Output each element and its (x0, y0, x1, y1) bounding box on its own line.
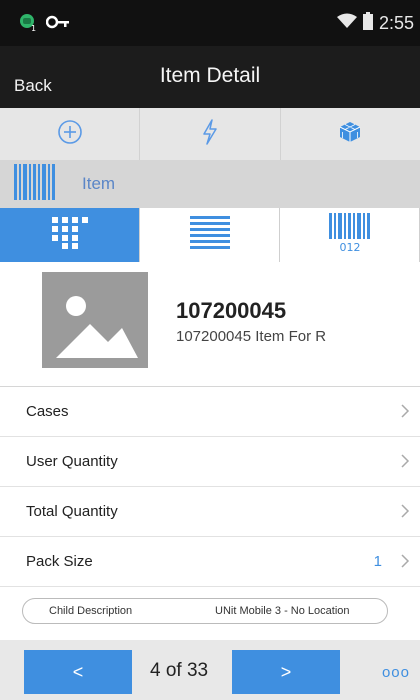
item-number: 107200045 (176, 298, 287, 323)
image-placeholder-icon (42, 272, 148, 368)
action-toolbar (0, 108, 420, 160)
quick-action-button[interactable] (140, 108, 281, 160)
chevron-right-icon (400, 453, 410, 473)
lightning-icon (201, 118, 219, 150)
add-circle-icon (57, 119, 83, 150)
child-description-pill[interactable]: Child Description UNit Mobile 3 - No Loc… (22, 598, 388, 624)
cube-icon (338, 120, 362, 149)
add-button[interactable] (0, 108, 141, 160)
row-value: 1 (373, 553, 382, 570)
row-label: Pack Size (26, 553, 93, 570)
title-bar: Back Item Detail (0, 46, 420, 108)
view-tabs: 012 (0, 208, 420, 262)
item-description: 107200045 Item For R (176, 328, 327, 345)
status-time: 2:55 (378, 13, 414, 33)
pager-footer: < 4 of 33 > ooo (0, 640, 420, 700)
list-icon (189, 215, 230, 255)
status-bar: 1 2:55 (0, 0, 420, 46)
battery-icon (362, 12, 373, 35)
scan-field-label: Item (82, 174, 116, 193)
row-label: Total Quantity (26, 503, 118, 520)
svg-text:1: 1 (31, 24, 36, 32)
status-left-icons: 1 (18, 12, 70, 37)
more-menu-button[interactable]: ooo (382, 664, 410, 681)
child-description-value: UNit Mobile 3 - No Location (215, 605, 350, 617)
row-pack-size[interactable]: Pack Size 1 (0, 537, 420, 587)
grid-icon (51, 216, 88, 254)
item-detail-list: Cases User Quantity Total Quantity Pack … (0, 386, 420, 588)
chevron-right-icon (400, 503, 410, 523)
next-button[interactable]: > (232, 650, 340, 694)
row-cases[interactable]: Cases (0, 387, 420, 437)
wifi-icon (336, 13, 357, 34)
row-label: Cases (26, 403, 69, 420)
item-summary: 107200045 107200045 Item For R (0, 262, 420, 386)
row-total-quantity[interactable]: Total Quantity (0, 487, 420, 537)
status-right: 2:55 (336, 12, 414, 35)
chevron-right-icon (400, 553, 410, 573)
barcode-icon (14, 163, 56, 205)
previous-button[interactable]: < (24, 650, 132, 694)
item-scan-field[interactable]: Item (0, 160, 420, 208)
barcode-number-icon: 012 (328, 212, 371, 258)
child-description-label: Child Description (49, 605, 133, 617)
tab-barcode[interactable]: 012 (280, 208, 420, 262)
row-label: User Quantity (26, 453, 118, 470)
tab-grid[interactable] (0, 208, 140, 262)
barcode-icon-label: 012 (339, 241, 360, 253)
page-indicator: 4 of 33 (150, 660, 209, 681)
cube-button[interactable] (281, 108, 420, 160)
chevron-right-icon (400, 403, 410, 423)
tab-list[interactable] (140, 208, 280, 262)
row-user-quantity[interactable]: User Quantity (0, 437, 420, 487)
page-title: Item Detail (159, 64, 261, 87)
android-badge-icon: 1 (18, 12, 38, 37)
key-icon (45, 15, 70, 34)
